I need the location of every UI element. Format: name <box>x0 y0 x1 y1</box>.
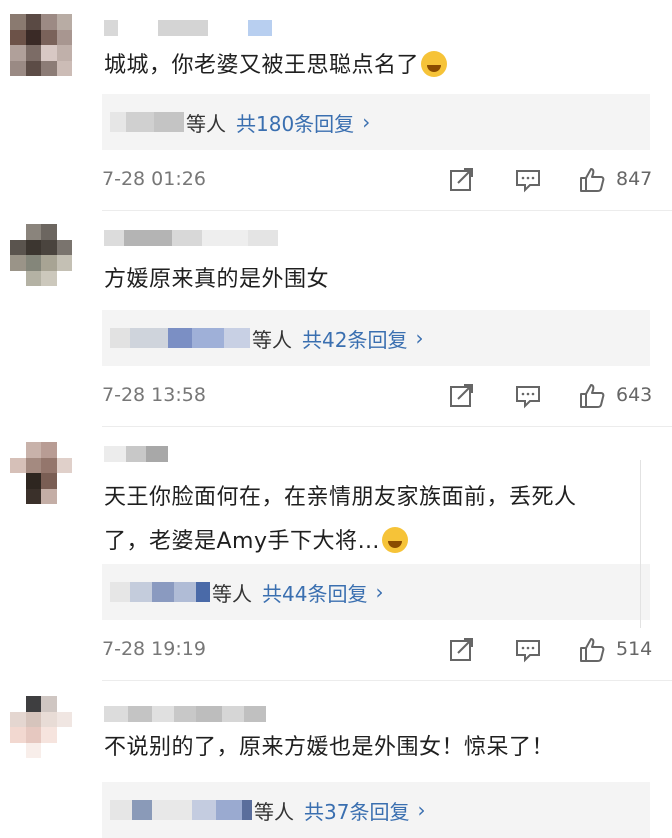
reply-names-blurred <box>110 111 184 133</box>
comment-meta: 7-28 13:58 643 <box>102 382 662 412</box>
chevron-right-icon[interactable]: › <box>415 326 423 350</box>
avatar[interactable] <box>10 696 72 758</box>
divider <box>102 426 672 427</box>
comment-icon[interactable] <box>514 382 542 410</box>
avatar[interactable] <box>10 14 72 76</box>
smirk-emoji-icon <box>382 527 409 553</box>
reply-count-link[interactable]: 共180条回复 <box>236 108 354 137</box>
reply-names-blurred <box>110 799 252 821</box>
reply-preview[interactable]: 等人 共42条回复 › <box>102 310 650 366</box>
chevron-right-icon[interactable]: › <box>375 580 383 604</box>
reply-names-blurred <box>110 581 210 603</box>
share-icon[interactable] <box>448 382 476 410</box>
avatar[interactable] <box>10 224 72 286</box>
divider <box>102 210 672 211</box>
divider <box>102 680 672 681</box>
reply-count-link[interactable]: 共37条回复 <box>304 796 409 825</box>
username-blurred[interactable] <box>104 20 272 36</box>
comment-icon[interactable] <box>514 636 542 664</box>
reply-who-label: 等人 <box>254 799 294 824</box>
divider <box>640 460 641 628</box>
comment-text: 不说别的了，原来方媛也是外围女！惊呆了！ <box>104 735 555 760</box>
comment-meta: 7-28 01:26 847 <box>102 166 662 196</box>
share-icon[interactable] <box>448 636 476 664</box>
avatar[interactable] <box>10 442 72 504</box>
reply-who-label: 等人 <box>186 111 226 136</box>
username-blurred[interactable] <box>104 230 278 246</box>
reply-names-blurred <box>110 327 250 349</box>
username-blurred[interactable] <box>104 446 168 462</box>
thumbs-up-icon[interactable] <box>578 166 606 194</box>
like-count: 847 <box>616 168 653 190</box>
reply-count-link[interactable]: 共42条回复 <box>302 324 407 353</box>
timestamp: 7-28 19:19 <box>102 638 206 660</box>
thumbs-up-icon[interactable] <box>578 636 606 664</box>
chevron-right-icon[interactable]: › <box>417 798 425 822</box>
laughing-emoji-icon <box>421 51 448 77</box>
comment-icon[interactable] <box>514 166 542 194</box>
timestamp: 7-28 13:58 <box>102 384 206 406</box>
timestamp: 7-28 01:26 <box>102 168 206 190</box>
like-count: 643 <box>616 384 653 406</box>
reply-count-link[interactable]: 共44条回复 <box>262 578 367 607</box>
share-icon[interactable] <box>448 166 476 194</box>
chevron-right-icon[interactable]: › <box>362 110 370 134</box>
reply-preview[interactable]: 等人 共37条回复 › <box>102 782 650 838</box>
thumbs-up-icon[interactable] <box>578 382 606 410</box>
comment-text: 城城，你老婆又被王思聪点名了 <box>104 44 644 88</box>
reply-who-label: 等人 <box>212 581 252 606</box>
username-blurred[interactable] <box>104 706 266 722</box>
comment-text: 天王你脸面何在，在亲情朋友家族面前，丢死人 了，老婆是Amy手下大将… <box>104 485 577 554</box>
reply-who-label: 等人 <box>252 327 292 352</box>
like-count: 514 <box>616 638 653 660</box>
reply-preview[interactable]: 等人 共180条回复 › <box>102 94 650 150</box>
comment-meta: 7-28 19:19 514 <box>102 636 662 666</box>
comment-text: 方媛原来真的是外围女 <box>104 267 330 292</box>
reply-preview[interactable]: 等人 共44条回复 › <box>102 564 650 620</box>
